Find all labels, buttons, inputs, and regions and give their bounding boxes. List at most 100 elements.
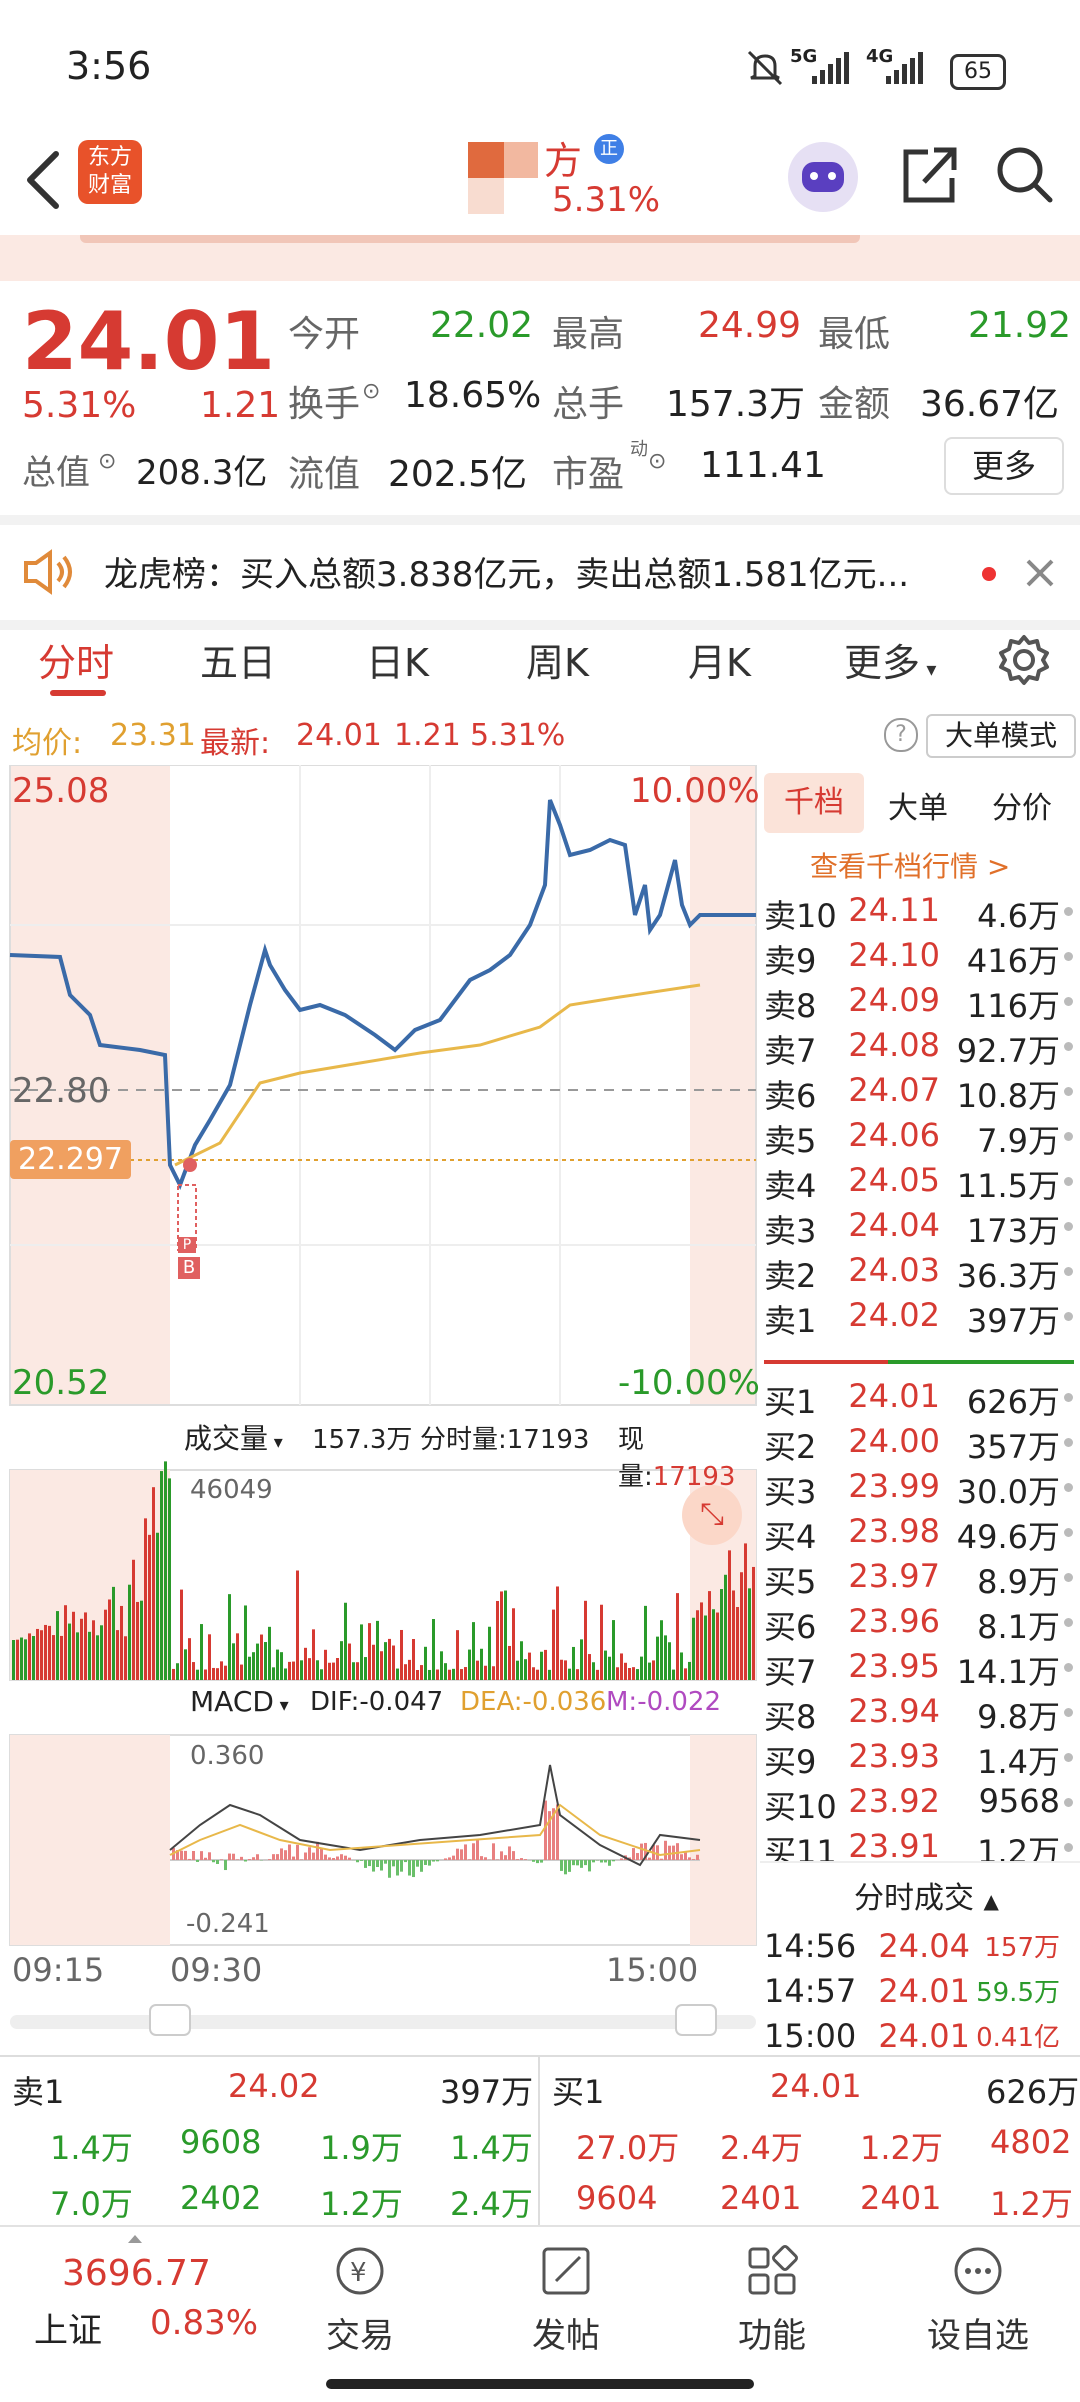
macd-bar [248,1859,251,1860]
macd-bar [196,1860,199,1862]
ask-row[interactable]: 卖924.10416万 [760,934,1080,979]
robot-avatar-icon[interactable] [788,142,858,212]
tab-big-orders[interactable]: 大单 [888,783,948,827]
volume-bar [508,1646,511,1680]
bid-row[interactable]: 买323.9930.0万 [760,1465,1080,1510]
volume-bar [616,1667,619,1680]
nav-functions[interactable]: 功能 [712,2243,832,2357]
info-icon-2[interactable]: ⊙ [98,449,116,474]
index-ticker[interactable]: 3696.77 上证 0.83% [10,2227,260,2377]
queue-cell: 1.9万 [320,2123,403,2169]
volume-bar [272,1667,275,1680]
indicator-selector[interactable]: MACD ▾ [190,1685,289,1718]
volume-bar [244,1605,247,1680]
ask-row[interactable]: 卖624.0710.8万 [760,1069,1080,1114]
back-icon[interactable] [20,148,64,212]
app-logo[interactable]: 东方 财富 [78,140,142,204]
macd-bar [392,1860,395,1866]
ask-row[interactable]: 卖424.0511.5万 [760,1159,1080,1204]
nav-watch-label: 设自选 [918,2308,1038,2357]
volume-selector[interactable]: 成交量 ▾ [184,1417,283,1457]
volume-bar [48,1626,51,1680]
search-icon[interactable] [992,142,1056,206]
bid-row[interactable]: 买823.949.8万 [760,1690,1080,1735]
nav-add-watchlist[interactable]: 设自选 [918,2243,1038,2357]
ask-price: 24.08 [830,1026,940,1064]
volume-bar [208,1634,211,1680]
tab-price-distribution[interactable]: 分价 [992,783,1052,827]
tab-orderbook-depth[interactable]: 千档 [764,773,864,833]
tab-intraday[interactable]: 分时 [38,632,114,687]
macd-bar [484,1857,487,1860]
tab-weekly[interactable]: 周K [526,632,589,687]
volume-bar [316,1660,319,1680]
volume-bar [560,1660,563,1680]
bid-label: 买1 [764,1377,816,1423]
volume-bar [336,1658,339,1680]
volume-bar [12,1640,15,1680]
ask-label: 卖1 [764,1296,816,1342]
bid-dot [1064,1438,1073,1447]
gear-icon[interactable] [998,634,1050,686]
volume-bar [456,1630,459,1680]
bid-row[interactable]: 买623.968.1万 [760,1600,1080,1645]
big-order-mode-button[interactable]: 大单模式 [926,714,1076,758]
ask-volume: 397万 [940,1296,1060,1342]
tab-daily[interactable]: 日K [366,632,429,687]
bid-price: 23.92 [830,1782,940,1820]
volume-bar [400,1630,403,1680]
bid-row[interactable]: 买124.01626万 [760,1375,1080,1420]
low-value: 21.92 [968,305,1071,346]
close-icon[interactable] [1022,555,1058,591]
trade-row: 14:5724.0159.5万 [760,1970,1080,2015]
tab-5day[interactable]: 五日 [200,632,276,687]
tab-monthly[interactable]: 月K [688,632,751,687]
ask-row[interactable]: 卖524.067.9万 [760,1114,1080,1159]
chevron-down-icon: ▾ [274,1695,289,1716]
ask-price: 24.04 [830,1206,940,1244]
volume-bar [196,1670,199,1680]
volume-bar [628,1668,631,1680]
more-button[interactable]: 更多 [944,437,1064,495]
nav-trade[interactable]: ¥ 交易 [300,2243,420,2357]
trade-volume: 0.41亿 [940,2017,1060,2054]
bid-row[interactable]: 买224.00357万 [760,1420,1080,1465]
tab-more[interactable]: 更多 ▾ [844,632,936,687]
bid-row[interactable]: 买523.978.9万 [760,1555,1080,1600]
tab-indicator [50,690,106,696]
intraday-chart[interactable]: 25.08 10.00% 22.80 22.297 P B 20.52 -10.… [0,765,760,2059]
ask-row[interactable]: 卖1024.114.6万 [760,889,1080,934]
info-icon[interactable]: ⊙ [362,379,380,404]
trades-header[interactable]: 分时成交 ▲ [760,1861,1080,1923]
bid-price: 23.95 [830,1647,940,1685]
bid-row[interactable]: 买923.931.4万 [760,1735,1080,1780]
volume-bar [500,1591,503,1680]
ask-row[interactable]: 卖224.0336.3万 [760,1249,1080,1294]
expand-icon[interactable]: ⤡ [682,1485,742,1545]
bid-row[interactable]: 买1023.929568 [760,1780,1080,1825]
ask-price: 24.03 [830,1251,940,1289]
ask-row[interactable]: 卖824.09116万 [760,979,1080,1024]
volume-bar [68,1624,71,1680]
bid-row[interactable]: 买723.9514.1万 [760,1645,1080,1690]
trade-volume: 59.5万 [940,1972,1060,2009]
volume-bar [752,1567,755,1680]
ask-label: 卖4 [764,1161,816,1207]
ask-row[interactable]: 卖324.04173万 [760,1204,1080,1249]
share-icon[interactable] [900,142,958,206]
volume-bar [472,1622,475,1680]
ask-row[interactable]: 卖124.02397万 [760,1294,1080,1339]
macd-bar [324,1855,327,1860]
chart-svg[interactable] [0,765,760,2055]
info-icon-3[interactable]: ⊙ [648,449,666,474]
macd-bar [412,1860,415,1877]
macd-m: M:-0.022 [606,1687,721,1717]
nav-post[interactable]: 发帖 [506,2243,626,2357]
macd-bar [328,1857,331,1860]
bid-row[interactable]: 买423.9849.6万 [760,1510,1080,1555]
view-depth-link[interactable]: 查看千档行情 > [810,845,1010,885]
open-value: 22.02 [430,305,533,346]
ask-row[interactable]: 卖724.0892.7万 [760,1024,1080,1069]
help-icon[interactable]: ? [884,718,918,752]
volume-bar [324,1650,327,1680]
